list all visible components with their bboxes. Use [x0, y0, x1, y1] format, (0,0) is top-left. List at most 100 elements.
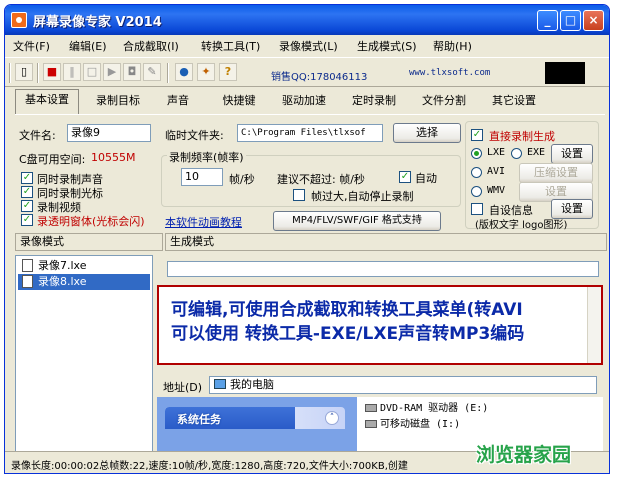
tab-record-target[interactable]: 录制目标 — [85, 91, 151, 113]
menu-compose-capture[interactable]: 合成截取(I) — [123, 38, 179, 54]
free-space-label: C盘可用空间: — [19, 153, 86, 166]
drive-label: DVD-RAM 驱动器 (E:) — [380, 403, 489, 414]
framerate-input[interactable]: 10 — [181, 168, 223, 186]
lxe-radio[interactable] — [471, 148, 482, 159]
framerate-unit: 帧/秒 — [229, 173, 255, 186]
toolbar: ▯ ■ ‖ □ ▶ ◘ ✎ ● ✦ ? 销售QQ:178046113 www.t… — [5, 57, 609, 87]
mode-tabs: 录像模式 生成模式 — [15, 233, 607, 251]
banner-line-1: 可编辑,可使用合成截取和转换工具菜单(转AVI — [171, 300, 523, 320]
record-icon[interactable]: ■ — [43, 63, 61, 81]
filename-input[interactable]: 录像9 — [67, 124, 151, 142]
address-label: 地址(D) — [163, 381, 203, 394]
close-button[interactable]: × — [583, 10, 604, 31]
toolbar-separator — [37, 63, 39, 83]
address-value: 我的电脑 — [230, 378, 274, 391]
play-icon[interactable]: ▶ — [103, 63, 121, 81]
menu-record-mode[interactable]: 录像模式(L) — [279, 38, 338, 54]
record-sound-checkbox[interactable]: ✓ — [21, 172, 33, 184]
tab-basic[interactable]: 基本设置 — [15, 89, 79, 114]
website-link[interactable]: www.tlxsoft.com — [409, 68, 490, 78]
lxe-settings-button[interactable]: 设置 — [551, 144, 593, 164]
title-bar[interactable]: 屏幕录像专家 V2014 _ □ × — [5, 5, 609, 35]
tab-sound[interactable]: 声音 — [155, 91, 201, 113]
formats-support-button[interactable]: MP4/FLV/SWF/GIF 格式支持 — [273, 211, 441, 231]
tab-hotkeys[interactable]: 快捷键 — [211, 91, 267, 113]
list-item-label: 录像8.lxe — [38, 275, 87, 288]
pause-icon[interactable]: ‖ — [63, 63, 81, 81]
tab-timed-record[interactable]: 定时录制 — [341, 91, 407, 113]
wmv-radio[interactable] — [471, 186, 482, 197]
self-info-checkbox[interactable] — [471, 203, 483, 215]
list-item[interactable]: 录像7.lxe — [18, 258, 150, 274]
direct-record-checkbox[interactable]: ✓ — [471, 129, 483, 141]
avi-radio[interactable] — [471, 167, 482, 178]
help-icon[interactable]: ? — [219, 63, 237, 81]
file-icon — [22, 259, 33, 272]
auto-stop-label: 帧过大,自动停止录制 — [311, 190, 414, 203]
menu-edit[interactable]: 编辑(E) — [69, 38, 107, 54]
basic-settings-panel: 文件名: 录像9 C盘可用空间: 10555M ✓ 同时录制声音 ✓ 同时录制光… — [15, 114, 605, 232]
address-input[interactable]: 我的电脑 — [209, 376, 597, 394]
menu-bar: 文件(F) 编辑(E) 合成截取(I) 转换工具(T) 录像模式(L) 生成模式… — [5, 35, 609, 55]
toolbar-separator — [9, 63, 11, 83]
exe-label: EXE — [527, 147, 546, 158]
system-tasks-label: 系统任务 — [177, 413, 221, 426]
progress-bar — [167, 261, 599, 277]
record-cursor-checkbox[interactable]: ✓ — [21, 186, 33, 198]
new-file-icon[interactable]: ▯ — [15, 63, 33, 81]
sales-qq: 销售QQ:178046113 — [271, 72, 368, 83]
drive-item[interactable]: DVD-RAM 驱动器 (E:) — [365, 399, 488, 414]
dvd-drive-icon — [365, 404, 377, 412]
menu-convert-tools[interactable]: 转换工具(T) — [201, 38, 260, 54]
auto-stop-checkbox[interactable] — [293, 189, 305, 201]
choose-folder-button[interactable]: 选择 — [393, 123, 461, 143]
camera-icon[interactable]: ◘ — [123, 63, 141, 81]
temp-folder-input[interactable]: C:\Program Files\tlxsof — [237, 124, 383, 142]
menu-generate-mode[interactable]: 生成模式(S) — [357, 38, 417, 54]
list-item[interactable]: 录像8.lxe — [18, 274, 150, 290]
pen-icon[interactable]: ✎ — [143, 63, 161, 81]
framerate-suggestion: 建议不超过: 帧/秒 — [277, 173, 365, 186]
tab-generate-mode[interactable]: 生成模式 — [165, 233, 607, 251]
removable-disk-icon — [365, 420, 377, 428]
app-window: 屏幕录像专家 V2014 _ □ × 文件(F) 编辑(E) 合成截取(I) 转… — [4, 4, 610, 474]
banner-scrollbar[interactable] — [587, 287, 601, 363]
menu-file[interactable]: 文件(F) — [13, 38, 50, 54]
stop-icon[interactable]: □ — [83, 63, 101, 81]
recording-list[interactable]: 录像7.lxe 录像8.lxe — [15, 255, 153, 453]
direct-record-label: 直接录制生成 — [489, 130, 555, 143]
compress-settings-button[interactable]: 压缩设置 — [519, 163, 593, 183]
info-banner: 可编辑,可使用合成截取和转换工具菜单(转AVI 可以使用 转换工具-EXE/LX… — [157, 285, 603, 365]
maximize-button[interactable]: □ — [560, 10, 581, 31]
file-icon — [22, 275, 33, 288]
minimize-button[interactable]: _ — [537, 10, 558, 31]
chevron-up-icon[interactable]: ˄ — [325, 411, 339, 425]
gift-icon[interactable]: ✦ — [197, 63, 215, 81]
avi-label: AVI — [487, 166, 506, 177]
menu-help[interactable]: 帮助(H) — [433, 38, 472, 54]
tab-file-split[interactable]: 文件分割 — [411, 91, 477, 113]
status-text: 录像长度:00:00:02总帧数:22,速度:10帧/秒,宽度:1280,高度:… — [11, 461, 408, 472]
list-item-label: 录像7.lxe — [38, 259, 87, 272]
exe-radio[interactable] — [511, 148, 522, 159]
wmv-label: WMV — [487, 185, 506, 196]
framerate-group-label: 录制频率(帧率) — [167, 149, 246, 165]
toolbar-separator — [167, 63, 169, 83]
tutorial-link[interactable]: 本软件动画教程 — [165, 214, 242, 230]
record-transparent-checkbox[interactable]: ✓ — [21, 214, 33, 226]
record-video-checkbox[interactable]: ✓ — [21, 200, 33, 212]
auto-framerate-label: 自动 — [415, 172, 437, 185]
free-space-value: 10555M — [91, 151, 136, 164]
tab-record-mode[interactable]: 录像模式 — [15, 233, 163, 251]
record-transparent-label: 录透明窗体(光标会闪) — [37, 215, 145, 228]
auto-framerate-checkbox[interactable]: ✓ — [399, 171, 411, 183]
settings-tabs: 基本设置 录制目标 声音 快捷键 驱动加速 定时录制 文件分割 其它设置 — [15, 89, 601, 115]
window-title: 屏幕录像专家 V2014 — [33, 15, 162, 30]
lxe-label: LXE — [487, 147, 506, 158]
globe-icon[interactable]: ● — [175, 63, 193, 81]
temp-folder-label: 临时文件夹: — [165, 129, 224, 142]
watermark: 浏览器家园 — [476, 444, 572, 466]
tab-other-settings[interactable]: 其它设置 — [481, 91, 547, 113]
drive-item[interactable]: 可移动磁盘 (I:) — [365, 415, 460, 430]
tab-driver-accel[interactable]: 驱动加速 — [271, 91, 337, 113]
